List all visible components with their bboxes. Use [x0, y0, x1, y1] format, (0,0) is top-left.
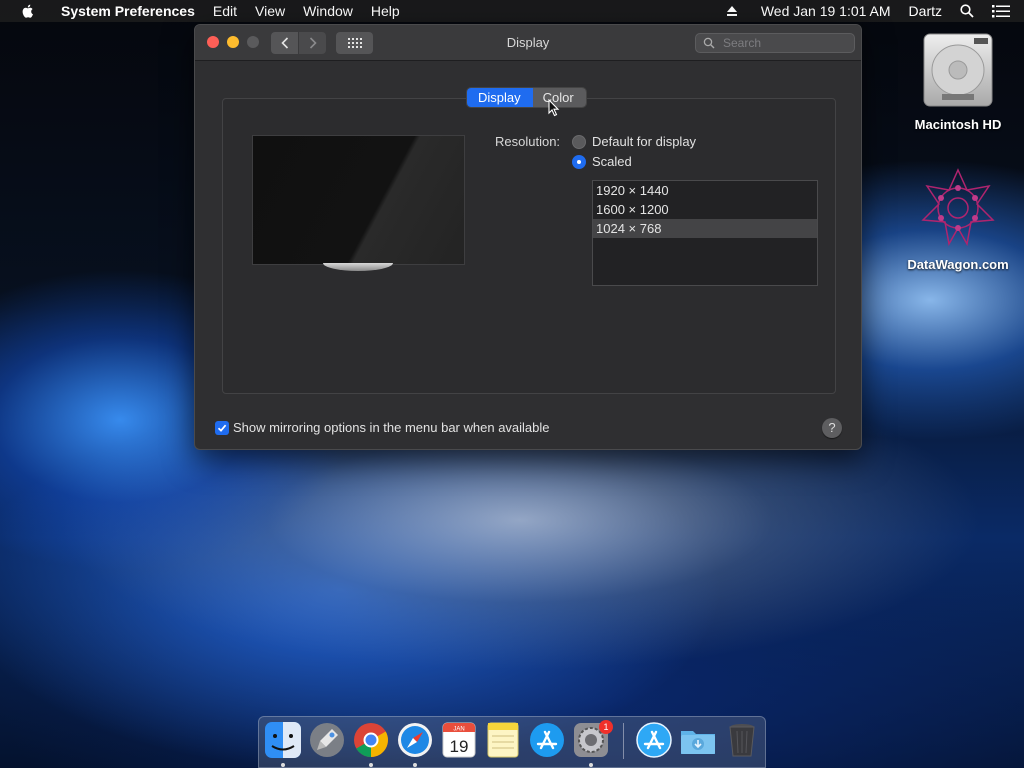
dock-app-store-downloads[interactable] — [635, 721, 673, 759]
search-input[interactable] — [721, 35, 845, 51]
search-icon — [703, 37, 715, 49]
dock-chrome[interactable] — [352, 721, 390, 759]
desktop-icon-label: DataWagon.com — [907, 257, 1009, 272]
list-item-selected[interactable]: 1024 × 768 — [593, 219, 817, 238]
app-store-downloads-icon — [636, 722, 672, 758]
desktop-icon-datawagon[interactable]: DataWagon.com — [903, 166, 1013, 272]
radio-label: Default for display — [592, 134, 697, 149]
dock-app-store[interactable] — [528, 721, 566, 759]
downloads-folder-icon — [681, 731, 715, 754]
mirroring-option[interactable]: Show mirroring options in the menu bar w… — [215, 420, 550, 435]
calendar-icon: JAN 19 — [442, 722, 476, 758]
list-item[interactable]: 1600 × 1200 — [593, 200, 817, 219]
tab-display[interactable]: Display — [467, 88, 533, 107]
tab-bar: Display Color — [467, 88, 586, 107]
help-button[interactable]: ? — [822, 418, 842, 438]
eject-icon[interactable] — [726, 5, 738, 17]
chrome-icon — [354, 723, 388, 757]
menu-bar: System Preferences Edit View Window Help… — [0, 0, 1024, 22]
display-preferences-window: Display Display Color Resolution: Defaul… — [194, 24, 862, 450]
datawagon-logo-icon — [921, 168, 995, 247]
dock-downloads-folder[interactable] — [679, 721, 717, 759]
menu-view[interactable]: View — [255, 3, 285, 19]
dock-launchpad[interactable] — [308, 721, 346, 759]
menu-user[interactable]: Dartz — [909, 3, 942, 19]
checkmark-icon — [217, 424, 227, 432]
menu-clock[interactable]: Wed Jan 19 1:01 AM — [761, 3, 891, 19]
finder-icon — [265, 722, 301, 758]
trash-icon — [729, 724, 755, 757]
mirroring-label: Show mirroring options in the menu bar w… — [233, 420, 550, 435]
radio-label: Scaled — [592, 154, 632, 169]
mirroring-checkbox[interactable] — [215, 420, 229, 435]
running-indicator — [413, 763, 417, 767]
resolution-label: Resolution: — [495, 134, 561, 149]
svg-text:JAN: JAN — [453, 727, 464, 733]
dock-safari[interactable] — [396, 721, 434, 759]
hard-drive-icon — [923, 33, 993, 107]
apple-menu-icon[interactable] — [20, 3, 36, 19]
app-store-icon — [530, 723, 564, 757]
spotlight-search-icon[interactable] — [960, 4, 974, 18]
radio-button[interactable] — [572, 134, 586, 149]
search-field[interactable] — [695, 33, 855, 53]
dock-calendar[interactable]: JAN 19 — [440, 721, 478, 759]
radio-button-selected[interactable] — [572, 154, 586, 169]
dock-separator — [623, 723, 624, 759]
notification-center-icon[interactable] — [992, 4, 1010, 18]
radio-scaled[interactable]: Scaled — [572, 154, 632, 169]
notification-badge: 1 — [599, 720, 613, 734]
running-indicator — [369, 763, 373, 767]
mouse-cursor-icon — [548, 99, 560, 117]
notes-icon — [487, 722, 519, 758]
launchpad-icon — [310, 723, 344, 757]
menu-help[interactable]: Help — [371, 3, 400, 19]
title-bar[interactable]: Display — [195, 25, 861, 61]
dock-trash[interactable] — [723, 721, 761, 759]
safari-icon — [398, 723, 432, 757]
desktop-icon-label: Macintosh HD — [914, 117, 1002, 132]
dock-finder[interactable] — [264, 721, 302, 759]
display-preview — [252, 135, 465, 265]
running-indicator — [589, 763, 593, 767]
resolution-list: 1920 × 1440 1600 × 1200 1024 × 768 — [592, 180, 818, 286]
radio-default-for-display[interactable]: Default for display — [572, 134, 696, 149]
menu-app-name[interactable]: System Preferences — [61, 3, 195, 19]
svg-text:19: 19 — [450, 737, 469, 756]
menu-window[interactable]: Window — [303, 3, 353, 19]
desktop-icon-macintosh-hd[interactable]: Macintosh HD — [903, 30, 1013, 132]
dock: JAN 19 1 — [258, 716, 766, 768]
running-indicator — [281, 763, 285, 767]
menu-edit[interactable]: Edit — [213, 3, 237, 19]
dock-notes[interactable] — [484, 721, 522, 759]
list-item[interactable]: 1920 × 1440 — [593, 181, 817, 200]
